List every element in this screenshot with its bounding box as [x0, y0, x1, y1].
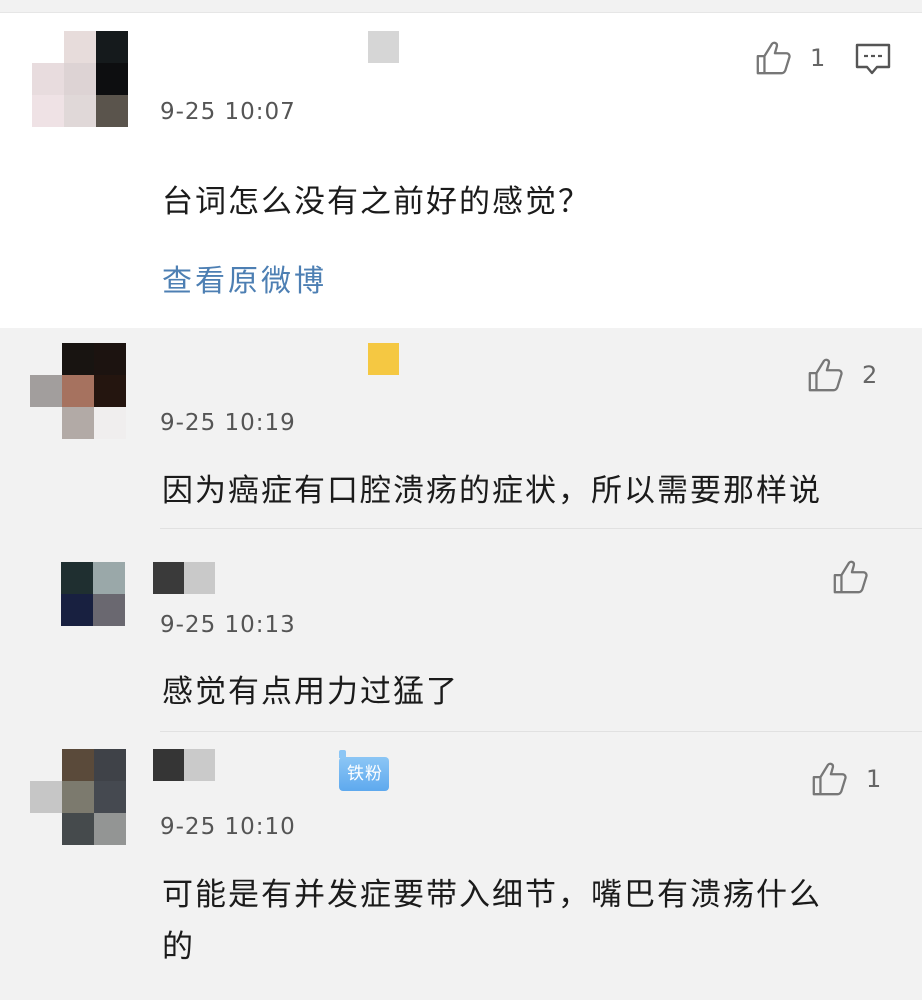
username[interactable]: [153, 562, 215, 594]
comment-bubble-icon: [855, 43, 891, 75]
comment-time: 9-25 10:10: [160, 814, 296, 840]
like-button[interactable]: 2: [806, 356, 877, 394]
username[interactable]: [368, 31, 399, 63]
avatar[interactable]: [29, 562, 125, 658]
like-button[interactable]: 1: [810, 760, 881, 798]
comment-time: 9-25 10:13: [160, 612, 296, 638]
reply-button[interactable]: [855, 43, 891, 81]
avatar[interactable]: [32, 31, 128, 127]
reply-divider: [160, 528, 922, 529]
like-button[interactable]: [831, 558, 887, 596]
comment-text-line-2: 的: [162, 929, 195, 965]
avatar[interactable]: [30, 749, 126, 845]
like-count: 2: [862, 361, 878, 389]
thumbs-up-icon: [808, 358, 843, 392]
thumbs-up-icon: [756, 41, 791, 75]
thumbs-up-icon: [833, 560, 868, 594]
comment-time: 9-25 10:19: [160, 410, 296, 436]
main-comment-card: 1 9-25 10:07 台词怎么没有之前好的感觉？ 查看原微博: [0, 13, 922, 328]
view-original-link[interactable]: 查看原微博: [162, 256, 327, 300]
username[interactable]: [153, 749, 215, 781]
comment-time: 9-25 10:07: [160, 99, 296, 125]
comment-text: 因为癌症有口腔溃疡的症状，所以需要那样说: [162, 473, 822, 509]
fan-badge: 铁粉: [339, 750, 389, 791]
like-count: 1: [866, 765, 882, 793]
comment-text: 台词怎么没有之前好的感觉？: [162, 184, 591, 220]
like-count: 1: [810, 44, 826, 72]
comment-text: 感觉有点用力过猛了: [162, 674, 459, 710]
comment-text-line-1: 可能是有并发症要带入细节，嘴巴有溃疡什么: [162, 877, 822, 913]
avatar[interactable]: [30, 343, 126, 439]
thumbs-up-icon: [812, 762, 847, 796]
replies-list: 2 9-25 10:19 因为癌症有口腔溃疡的症状，所以需要那样说 9-25 1…: [0, 328, 922, 1000]
reply-divider: [160, 731, 922, 732]
username[interactable]: [368, 343, 399, 375]
like-button[interactable]: 1: [754, 39, 825, 77]
